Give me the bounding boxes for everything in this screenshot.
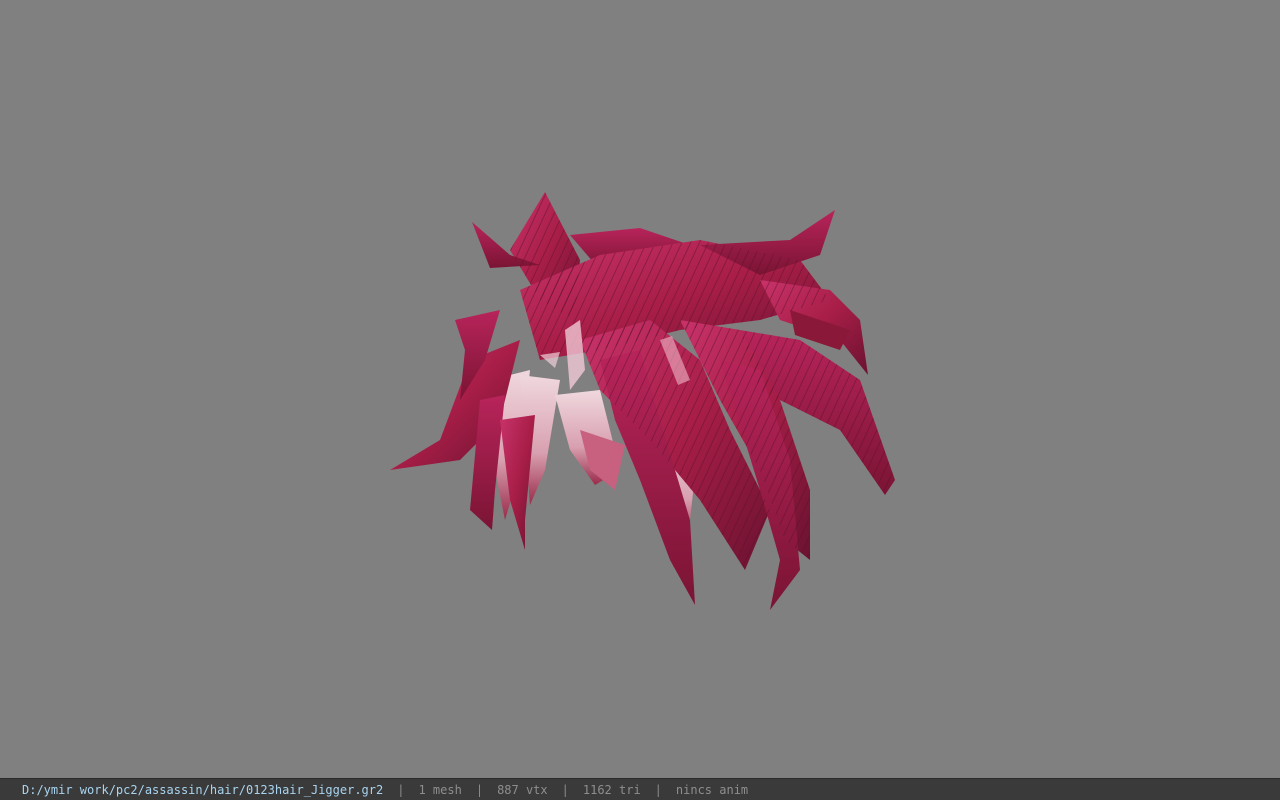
hair-mesh: [390, 192, 895, 610]
status-separator: |: [654, 782, 662, 797]
status-separator: |: [561, 782, 569, 797]
3d-viewport[interactable]: [0, 0, 1280, 778]
file-path-label: D:/ymir work/pc2/assassin/hair/0123hair_…: [22, 782, 384, 797]
vertex-count-label: 887 vtx: [497, 782, 548, 797]
triangle-count-label: 1162 tri: [582, 782, 641, 797]
status-bar: D:/ymir work/pc2/assassin/hair/0123hair_…: [0, 778, 1280, 800]
hair-model-render[interactable]: [0, 0, 1280, 778]
status-separator: |: [475, 782, 484, 797]
status-separator: |: [397, 782, 405, 797]
mesh-count-label: 1 mesh: [418, 782, 462, 797]
animation-status-label: nincs anim: [675, 782, 749, 797]
